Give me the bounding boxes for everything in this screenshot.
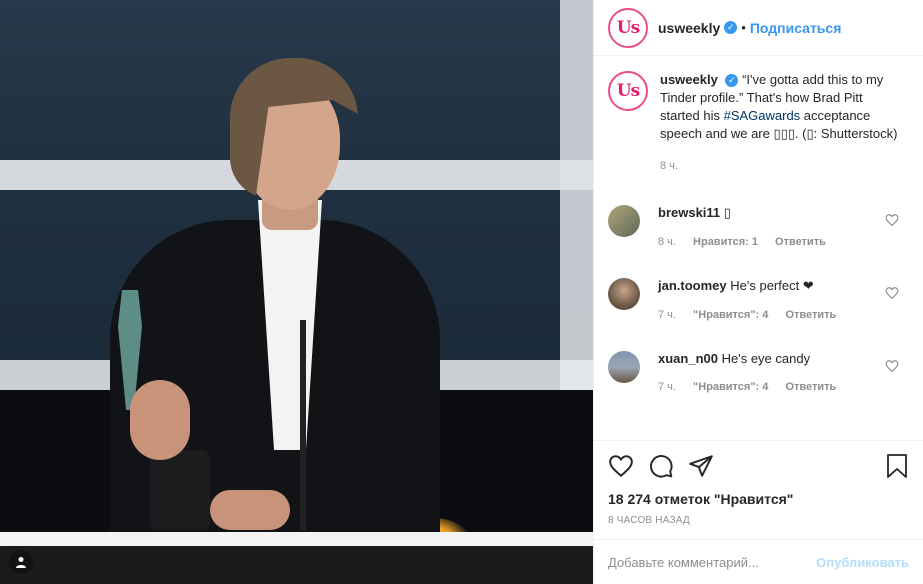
award-base bbox=[150, 450, 210, 530]
caption-text: usweekly ✓ “I've gotta add this to my Ti… bbox=[660, 71, 900, 175]
comment-avatar[interactable] bbox=[608, 205, 640, 237]
profile-avatar[interactable]: Us bbox=[608, 7, 648, 48]
hashtag-link[interactable]: #SAGawards bbox=[724, 108, 801, 123]
podium-base bbox=[0, 546, 593, 584]
person bbox=[90, 40, 450, 550]
comments-scroll-area[interactable]: Us usweekly ✓ “I've gotta add this to my… bbox=[594, 57, 923, 439]
comment-username[interactable]: jan.toomey bbox=[658, 278, 727, 293]
screen-frame bbox=[560, 0, 593, 400]
caption-username[interactable]: usweekly bbox=[660, 72, 718, 87]
user-icon bbox=[16, 557, 26, 568]
add-comment-bar: Опубликовать bbox=[594, 539, 923, 584]
comment-text: He's perfect ❤ bbox=[730, 278, 814, 293]
like-comment-heart-icon[interactable] bbox=[885, 359, 899, 373]
verified-icon: ✓ bbox=[724, 21, 738, 34]
action-icons bbox=[608, 451, 909, 481]
comment-meta: 7 ч. "Нравится": 4 Ответить bbox=[658, 381, 850, 393]
caption: Us usweekly ✓ “I've gotta add this to my… bbox=[608, 71, 909, 175]
caption-time[interactable]: 8 ч. bbox=[660, 157, 900, 175]
posted-time[interactable]: 8 ЧАСОВ НАЗАД bbox=[608, 515, 909, 526]
comment-body: brewski11 ▯ 8 ч. Нравится: 1 Ответить bbox=[658, 205, 840, 248]
like-comment-heart-icon[interactable] bbox=[885, 286, 899, 300]
comment-text: He's eye candy bbox=[721, 351, 811, 366]
publish-button[interactable]: Опубликовать bbox=[816, 555, 909, 570]
reply-button[interactable]: Ответить bbox=[785, 381, 836, 393]
comment-avatar[interactable] bbox=[608, 278, 640, 310]
comment-bubble-icon[interactable] bbox=[648, 453, 674, 479]
comment-text: ▯ bbox=[723, 205, 731, 220]
comment-likes[interactable]: "Нравится": 4 bbox=[693, 381, 768, 393]
comment-meta: 7 ч. "Нравится": 4 Ответить bbox=[658, 309, 850, 321]
comment-likes[interactable]: Нравится: 1 bbox=[693, 236, 758, 248]
reply-button[interactable]: Ответить bbox=[785, 309, 836, 321]
reply-button[interactable]: Ответить bbox=[775, 236, 826, 248]
comment-time[interactable]: 7 ч. bbox=[658, 381, 676, 393]
post-actions: 18 274 отметок "Нравится" 8 ЧАСОВ НАЗАД bbox=[594, 440, 923, 526]
bookmark-icon[interactable] bbox=[885, 453, 909, 479]
comment-likes[interactable]: "Нравится": 4 bbox=[693, 309, 768, 321]
comment-username[interactable]: xuan_n00 bbox=[658, 351, 718, 366]
podium bbox=[0, 532, 593, 546]
us-logo: Us bbox=[612, 75, 644, 107]
comment-meta: 8 ч. Нравится: 1 Ответить bbox=[658, 236, 840, 248]
post-header: Us usweekly ✓ • Подписаться bbox=[594, 0, 923, 56]
comment-body: xuan_n00 He's eye candy 7 ч. "Нравится":… bbox=[658, 351, 850, 393]
us-logo: Us bbox=[612, 11, 644, 44]
comment-input[interactable] bbox=[608, 554, 817, 570]
comment-item: jan.toomey He's perfect ❤ 7 ч. "Нравится… bbox=[608, 278, 909, 321]
like-comment-heart-icon[interactable] bbox=[885, 213, 899, 227]
comment-time[interactable]: 8 ч. bbox=[658, 236, 676, 248]
like-heart-icon[interactable] bbox=[608, 453, 634, 479]
hand bbox=[210, 490, 290, 530]
comment-username[interactable]: brewski11 bbox=[658, 205, 720, 220]
comment-avatar[interactable] bbox=[608, 351, 640, 383]
caption-avatar[interactable]: Us bbox=[608, 71, 648, 111]
post-photo[interactable] bbox=[0, 0, 593, 584]
microphone bbox=[300, 320, 306, 530]
share-paper-plane-icon[interactable] bbox=[688, 453, 714, 479]
likes-count[interactable]: 18 274 отметок "Нравится" bbox=[608, 491, 909, 507]
hand bbox=[130, 380, 190, 460]
comment-item: brewski11 ▯ 8 ч. Нравится: 1 Ответить bbox=[608, 205, 909, 248]
comment-time[interactable]: 7 ч. bbox=[658, 309, 676, 321]
comment-item: xuan_n00 He's eye candy 7 ч. "Нравится":… bbox=[608, 351, 909, 393]
verified-icon: ✓ bbox=[725, 74, 739, 88]
tagged-user-icon[interactable] bbox=[9, 550, 33, 574]
separator-dot: • bbox=[741, 20, 746, 35]
follow-button[interactable]: Подписаться bbox=[750, 20, 842, 36]
header-username[interactable]: usweekly bbox=[658, 20, 720, 36]
post-sidebar: Us usweekly ✓ • Подписаться Us usweekly … bbox=[593, 0, 923, 584]
comment-body: jan.toomey He's perfect ❤ 7 ч. "Нравится… bbox=[658, 278, 850, 321]
